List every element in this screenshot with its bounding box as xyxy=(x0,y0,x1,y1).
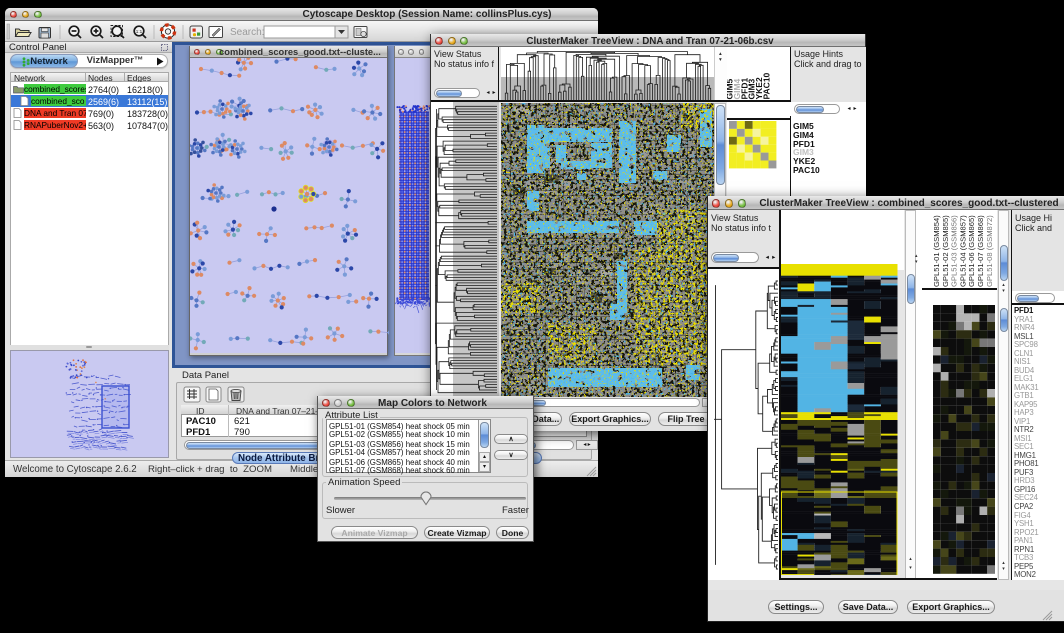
svg-text:PAC10: PAC10 xyxy=(762,72,772,99)
svg-text:GPL51-06 (GSM865): GPL51-06 (GSM865) xyxy=(967,215,976,287)
svg-text:GPL51-02 (GSM855): GPL51-02 (GSM855) xyxy=(941,215,950,287)
svg-text:GPL51-01 (GSM854): GPL51-01 (GSM854) xyxy=(932,215,941,287)
svg-text:GPL51-04 (GSM857): GPL51-04 (GSM857) xyxy=(958,215,967,287)
svg-text:GPL51-08 (GSM872): GPL51-08 (GSM872) xyxy=(985,215,994,287)
svg-text:GPL51-03 (GSM856): GPL51-03 (GSM856) xyxy=(950,215,959,287)
svg-text:GPL51-07 (GSM868): GPL51-07 (GSM868) xyxy=(976,215,985,287)
